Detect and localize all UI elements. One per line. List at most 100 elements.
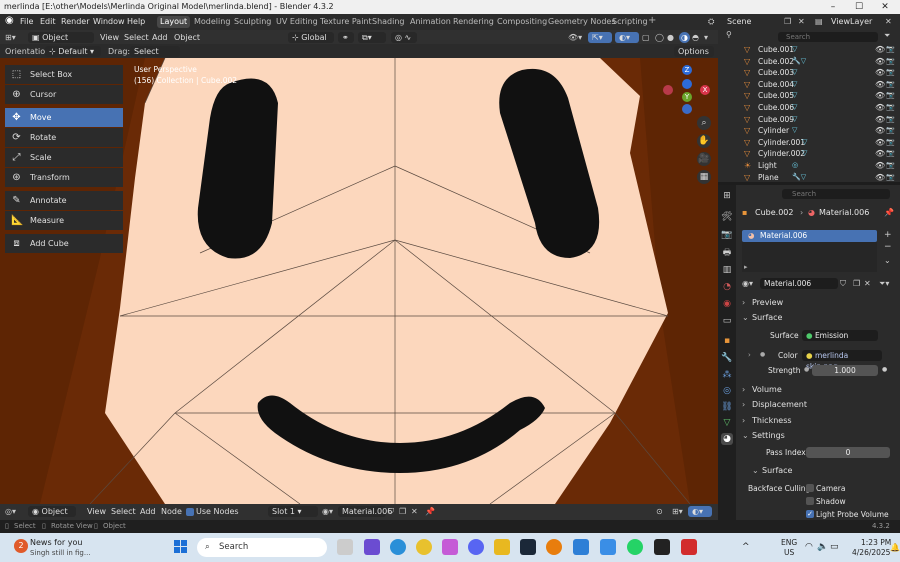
edge-icon[interactable] <box>390 539 406 555</box>
blender-logo-icon[interactable]: ◉ <box>5 15 14 26</box>
strength-field[interactable]: 1.000 <box>812 365 878 376</box>
visibility-eye-icon[interactable]: 👁 <box>875 125 885 137</box>
workspace-compositing[interactable]: Compositing <box>494 16 550 28</box>
notification-bell-icon[interactable]: 🔔 <box>890 543 900 552</box>
file-explorer-icon[interactable] <box>494 539 510 555</box>
shader-menu-add[interactable]: Add <box>140 506 156 517</box>
material-browse-dropdown-icon[interactable]: ◉▾ <box>742 279 753 288</box>
outliner-modifier-icon[interactable]: ▽ <box>792 44 797 56</box>
render-camera-icon[interactable]: 📷 <box>886 114 895 126</box>
slot-select[interactable]: Slot 1 ▾ <box>268 506 318 517</box>
outliner-filter-icon[interactable]: ⚲ <box>726 30 732 39</box>
workspace-scripting[interactable]: Scripting <box>609 16 651 28</box>
discord-icon[interactable] <box>468 539 484 555</box>
shading-material-icon[interactable]: ◑ <box>679 32 690 43</box>
ortho-grid-icon[interactable]: ▦ <box>697 170 711 184</box>
workspace-geometry-nodes[interactable]: Geometry Nodes <box>545 16 618 28</box>
tool-add-cube[interactable]: ⧈ Add Cube <box>5 234 123 253</box>
xray-icon[interactable]: ▢ <box>642 32 650 43</box>
visibility-eye-icon[interactable]: 👁 <box>875 137 885 149</box>
render-camera-icon[interactable]: 📷 <box>886 160 895 172</box>
tool-annotate[interactable]: ✎ Annotate <box>5 191 123 210</box>
material-duplicate-icon[interactable]: ❐ <box>853 279 860 288</box>
shader-menu-select[interactable]: Select <box>111 506 136 517</box>
delete-view-layer-icon[interactable]: ✕ <box>885 17 892 26</box>
clock-time[interactable]: 1:23 PM <box>861 538 891 547</box>
gizmo-z-dot[interactable] <box>682 79 692 89</box>
strength-keyframe-icon[interactable]: ● <box>882 366 887 373</box>
menu-window[interactable]: Window <box>93 17 125 26</box>
constraints-tab-icon[interactable]: ⛓ <box>721 401 733 413</box>
snap-node-icon[interactable]: ⊙ <box>656 506 663 517</box>
camera-view-icon[interactable]: 🎥 <box>697 152 711 166</box>
outliner-row[interactable]: ▽ Cube.005 ▽ 👁 📷 <box>744 90 895 102</box>
wifi-icon[interactable]: ◠ <box>805 542 813 552</box>
section-preview[interactable]: › Preview <box>742 298 892 307</box>
material-browse-icon[interactable]: ◉▾ <box>322 506 333 517</box>
outliner-modifier-icon[interactable]: ▽ <box>792 67 797 79</box>
menu-file[interactable]: File <box>20 17 33 26</box>
snap-icon[interactable]: ⧉▾ <box>358 32 386 43</box>
outliner-modifier-icon[interactable]: ▽ <box>792 79 797 91</box>
mail-icon[interactable] <box>573 539 589 555</box>
unlink-material-icon[interactable]: ✕ <box>411 506 418 517</box>
tool-cursor[interactable]: ⊕ Cursor <box>5 85 123 104</box>
outliner-modifier-icon[interactable]: ▽ <box>792 90 797 102</box>
outliner-modifier-icon[interactable]: ◎ <box>792 160 798 172</box>
gizmo-z-axis[interactable]: Z <box>682 65 692 75</box>
overlay-toggle-icon[interactable]: ◐▾ <box>615 32 639 43</box>
render-camera-icon[interactable]: 📷 <box>886 90 895 102</box>
outliner-row[interactable]: ▽ Cube.002 🔧▽ 👁 📷 <box>744 56 895 68</box>
vp-menu-select[interactable]: Select <box>124 32 149 43</box>
store-icon[interactable] <box>600 539 616 555</box>
delete-scene-icon[interactable]: ✕ <box>798 17 805 26</box>
whatsapp-icon[interactable] <box>627 539 643 555</box>
render-camera-icon[interactable]: 📷 <box>886 172 895 184</box>
visibility-eye-icon[interactable]: 👁 <box>875 172 885 184</box>
outliner-modifier-icon[interactable]: ▽ <box>792 125 797 137</box>
outliner-row[interactable]: ▽ Cube.006 ▽ 👁 📷 <box>744 102 895 114</box>
workspace-animation[interactable]: Animation <box>407 16 454 28</box>
teams-icon[interactable] <box>364 539 380 555</box>
collection-tab-icon[interactable]: ▭ <box>721 315 733 327</box>
outliner-row[interactable]: ▽ Cube.004 ▽ 👁 📷 <box>744 79 895 91</box>
visibility-eye-icon[interactable]: 👁 <box>875 160 885 172</box>
menu-render[interactable]: Render <box>61 17 89 26</box>
render-camera-icon[interactable]: 📷 <box>886 137 895 149</box>
zoom-icon[interactable]: ⌕ <box>697 116 711 130</box>
shader-material-name[interactable]: Material.006 <box>338 506 392 517</box>
scene-name[interactable]: Scene <box>727 17 751 26</box>
render-camera-icon[interactable]: 📷 <box>886 56 895 68</box>
outliner-row[interactable]: ▽ Cylinder.001 ▽ 👁 📷 <box>744 137 895 149</box>
gizmo-x-dot[interactable] <box>663 85 673 95</box>
material-link-dropdown-icon[interactable]: ⏷▾ <box>879 279 889 289</box>
editor-type-icon[interactable]: ⊞▾ <box>5 32 16 43</box>
output-tab-icon[interactable]: 🖶 <box>721 247 733 259</box>
outliner-modifier-icon[interactable]: ▽ <box>802 148 807 160</box>
visibility-eye-icon[interactable]: 👁 <box>875 67 885 79</box>
proportional-edit-icon[interactable]: ◎ ∿ <box>391 32 417 43</box>
menu-edit[interactable]: Edit <box>40 17 56 26</box>
windows-start-icon[interactable] <box>174 540 188 554</box>
particles-tab-icon[interactable]: ⁂ <box>721 369 733 381</box>
material-fake-user-icon[interactable]: ⛉ <box>840 279 846 289</box>
workspace-shading[interactable]: Shading <box>369 16 408 28</box>
vp-menu-object[interactable]: Object <box>174 32 200 43</box>
app-red-icon[interactable] <box>681 539 697 555</box>
view-layer-tab-icon[interactable]: ▥ <box>721 264 733 276</box>
app-icon[interactable] <box>442 539 458 555</box>
workspace-texture-paint[interactable]: Texture Paint <box>317 16 375 28</box>
outliner-row[interactable]: ▽ Cube.001 ▽ 👁 📷 <box>744 44 895 56</box>
slot-specials-icon[interactable]: ⌄ <box>884 256 891 265</box>
gizmo-y-axis[interactable]: Y <box>682 92 692 102</box>
volume-icon[interactable]: 🔈 <box>817 542 828 552</box>
mode-select[interactable]: ▣ Object Mode ▾ <box>28 32 94 53</box>
render-camera-icon[interactable]: 📷 <box>886 79 895 91</box>
data-tab-icon[interactable]: ▽ <box>721 417 733 429</box>
add-slot-icon[interactable]: + <box>884 230 892 240</box>
section-thickness[interactable]: › Thickness <box>742 416 892 425</box>
duplicate-material-icon[interactable]: ❐ <box>399 506 406 517</box>
shader-mode-select[interactable]: ◉ Object ▾ <box>28 506 76 527</box>
tray-chevron-icon[interactable]: ^ <box>742 542 750 552</box>
pivot-icon[interactable]: ⚭ <box>338 32 354 43</box>
